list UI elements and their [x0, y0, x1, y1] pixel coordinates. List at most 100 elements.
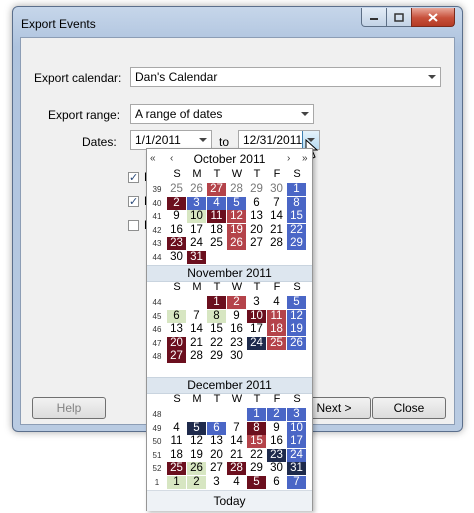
calendar-day[interactable]: 16	[227, 323, 246, 336]
calendar-day[interactable]: 28	[227, 183, 246, 196]
calendar-day[interactable]: 23	[167, 237, 186, 251]
calendar-day[interactable]: 11	[167, 435, 186, 448]
calendar-day[interactable]: 13	[207, 435, 226, 448]
calendar-day[interactable]: 30	[267, 462, 286, 475]
calendar-day[interactable]: 3	[207, 476, 226, 489]
calendar-day[interactable]: 4	[227, 476, 246, 489]
calendar-day[interactable]: 20	[167, 336, 186, 350]
calendar-day[interactable]: 5	[227, 196, 246, 210]
calendar-day[interactable]: 29	[247, 462, 266, 475]
export-option-checkbox-3[interactable]	[128, 220, 139, 231]
calendar-day[interactable]: 17	[247, 323, 266, 336]
calendar-day[interactable]: 12	[287, 309, 306, 323]
calendar-day[interactable]: 27	[167, 350, 186, 364]
calendar-day[interactable]: 15	[207, 323, 226, 336]
calendar-day[interactable]: 7	[187, 310, 206, 323]
calendar-day[interactable]: 13	[167, 323, 186, 336]
calendar-day[interactable]: 19	[227, 223, 246, 237]
calendar-day[interactable]: 6	[167, 309, 186, 323]
calendar-day[interactable]: 19	[287, 323, 306, 337]
calendar-day[interactable]: 26	[287, 336, 306, 350]
help-button[interactable]: Help	[32, 397, 106, 419]
close-window-button[interactable]	[411, 8, 455, 27]
calendar-day[interactable]: 17	[187, 224, 206, 237]
calendar-day[interactable]: 8	[287, 196, 306, 210]
calendar-day[interactable]: 28	[227, 462, 246, 476]
calendar-day[interactable]: 10	[287, 421, 306, 435]
calendar-day[interactable]: 19	[187, 449, 206, 462]
calendar-day[interactable]: 25	[267, 336, 286, 350]
calendar-day[interactable]: 20	[207, 449, 226, 462]
calendar-day[interactable]: 26	[187, 462, 206, 476]
calendar-day[interactable]: 30	[227, 350, 246, 363]
calendar-day[interactable]: 29	[207, 350, 226, 363]
calendar-day[interactable]: 6	[207, 421, 226, 435]
calendar-day[interactable]: 18	[167, 449, 186, 462]
calendar-day[interactable]: 9	[227, 310, 246, 323]
calendar-day[interactable]: 4	[267, 296, 286, 309]
calendar-day[interactable]: 26	[227, 237, 246, 251]
calendar-day[interactable]: 5	[287, 296, 306, 309]
calendar-day[interactable]: 31	[187, 251, 206, 264]
export-range-select[interactable]: A range of dates	[130, 104, 314, 124]
calendar-day[interactable]: 22	[247, 449, 266, 462]
calendar-day[interactable]: 18	[207, 224, 226, 237]
calendar-day[interactable]: 24	[187, 237, 206, 250]
calendar-day[interactable]: 1	[247, 408, 266, 421]
calendar-day[interactable]: 9	[167, 210, 186, 223]
calendar-day[interactable]: 29	[287, 237, 306, 251]
calendar-day[interactable]: 3	[247, 296, 266, 309]
calendar-day[interactable]: 28	[187, 350, 206, 363]
calendar-day[interactable]: 17	[287, 435, 306, 449]
calendar-day[interactable]: 18	[267, 323, 286, 337]
calendar-day[interactable]: 6	[267, 476, 286, 489]
calendar-day[interactable]: 5	[247, 476, 266, 489]
calendar-day[interactable]: 1	[287, 183, 306, 196]
calendar-day[interactable]: 3	[187, 196, 206, 210]
from-date-picker[interactable]: 1/1/2011	[130, 130, 212, 150]
calendar-day[interactable]: 25	[167, 183, 186, 196]
calendar-day[interactable]: 4	[167, 422, 186, 435]
calendar-day[interactable]: 22	[207, 337, 226, 350]
today-button[interactable]: Today	[147, 490, 312, 511]
calendar-day[interactable]: 1	[167, 476, 186, 489]
calendar-day[interactable]: 10	[187, 210, 206, 224]
calendar-day[interactable]: 11	[207, 210, 226, 224]
calendar-day[interactable]: 27	[207, 462, 226, 475]
calendar-day[interactable]: 25	[207, 237, 226, 250]
calendar-day[interactable]: 23	[227, 337, 246, 350]
calendar-day[interactable]: 23	[267, 448, 286, 462]
calendar-day[interactable]: 2	[267, 408, 286, 421]
calendar-day[interactable]: 21	[187, 337, 206, 350]
minimize-button[interactable]	[361, 8, 387, 27]
calendar-day[interactable]: 29	[247, 183, 266, 196]
maximize-button[interactable]	[386, 8, 412, 27]
calendar-day[interactable]: 20	[247, 224, 266, 237]
close-button[interactable]: Close	[372, 397, 446, 419]
calendar-day[interactable]: 10	[247, 309, 266, 323]
calendar-day[interactable]: 21	[227, 449, 246, 462]
calendar-day[interactable]: 15	[247, 435, 266, 449]
calendar-day[interactable]: 12	[187, 435, 206, 448]
calendar-day[interactable]: 5	[187, 421, 206, 435]
calendar-day[interactable]: 2	[167, 196, 186, 210]
calendar-day[interactable]: 27	[247, 237, 266, 250]
calendar-day[interactable]: 28	[267, 237, 286, 250]
calendar-day[interactable]: 25	[167, 462, 186, 476]
calendar-day[interactable]: 7	[227, 422, 246, 435]
calendar-day[interactable]: 24	[287, 448, 306, 462]
calendar-day[interactable]: 22	[287, 223, 306, 237]
calendar-day[interactable]: 16	[267, 435, 286, 448]
calendar-day[interactable]: 1	[207, 296, 226, 309]
calendar-day[interactable]: 11	[267, 309, 286, 323]
calendar-day[interactable]: 2	[227, 296, 246, 309]
calendar-day[interactable]: 26	[187, 183, 206, 196]
calendar-day[interactable]: 8	[247, 421, 266, 435]
calendar-day[interactable]: 6	[247, 197, 266, 210]
calendar-day[interactable]: 30	[267, 183, 286, 196]
calendar-day[interactable]: 7	[287, 476, 306, 489]
calendar-day[interactable]: 7	[267, 197, 286, 210]
calendar-day[interactable]: 14	[267, 210, 286, 223]
export-calendar-select[interactable]: Dan's Calendar	[130, 67, 441, 87]
calendar-day[interactable]: 14	[227, 435, 246, 448]
